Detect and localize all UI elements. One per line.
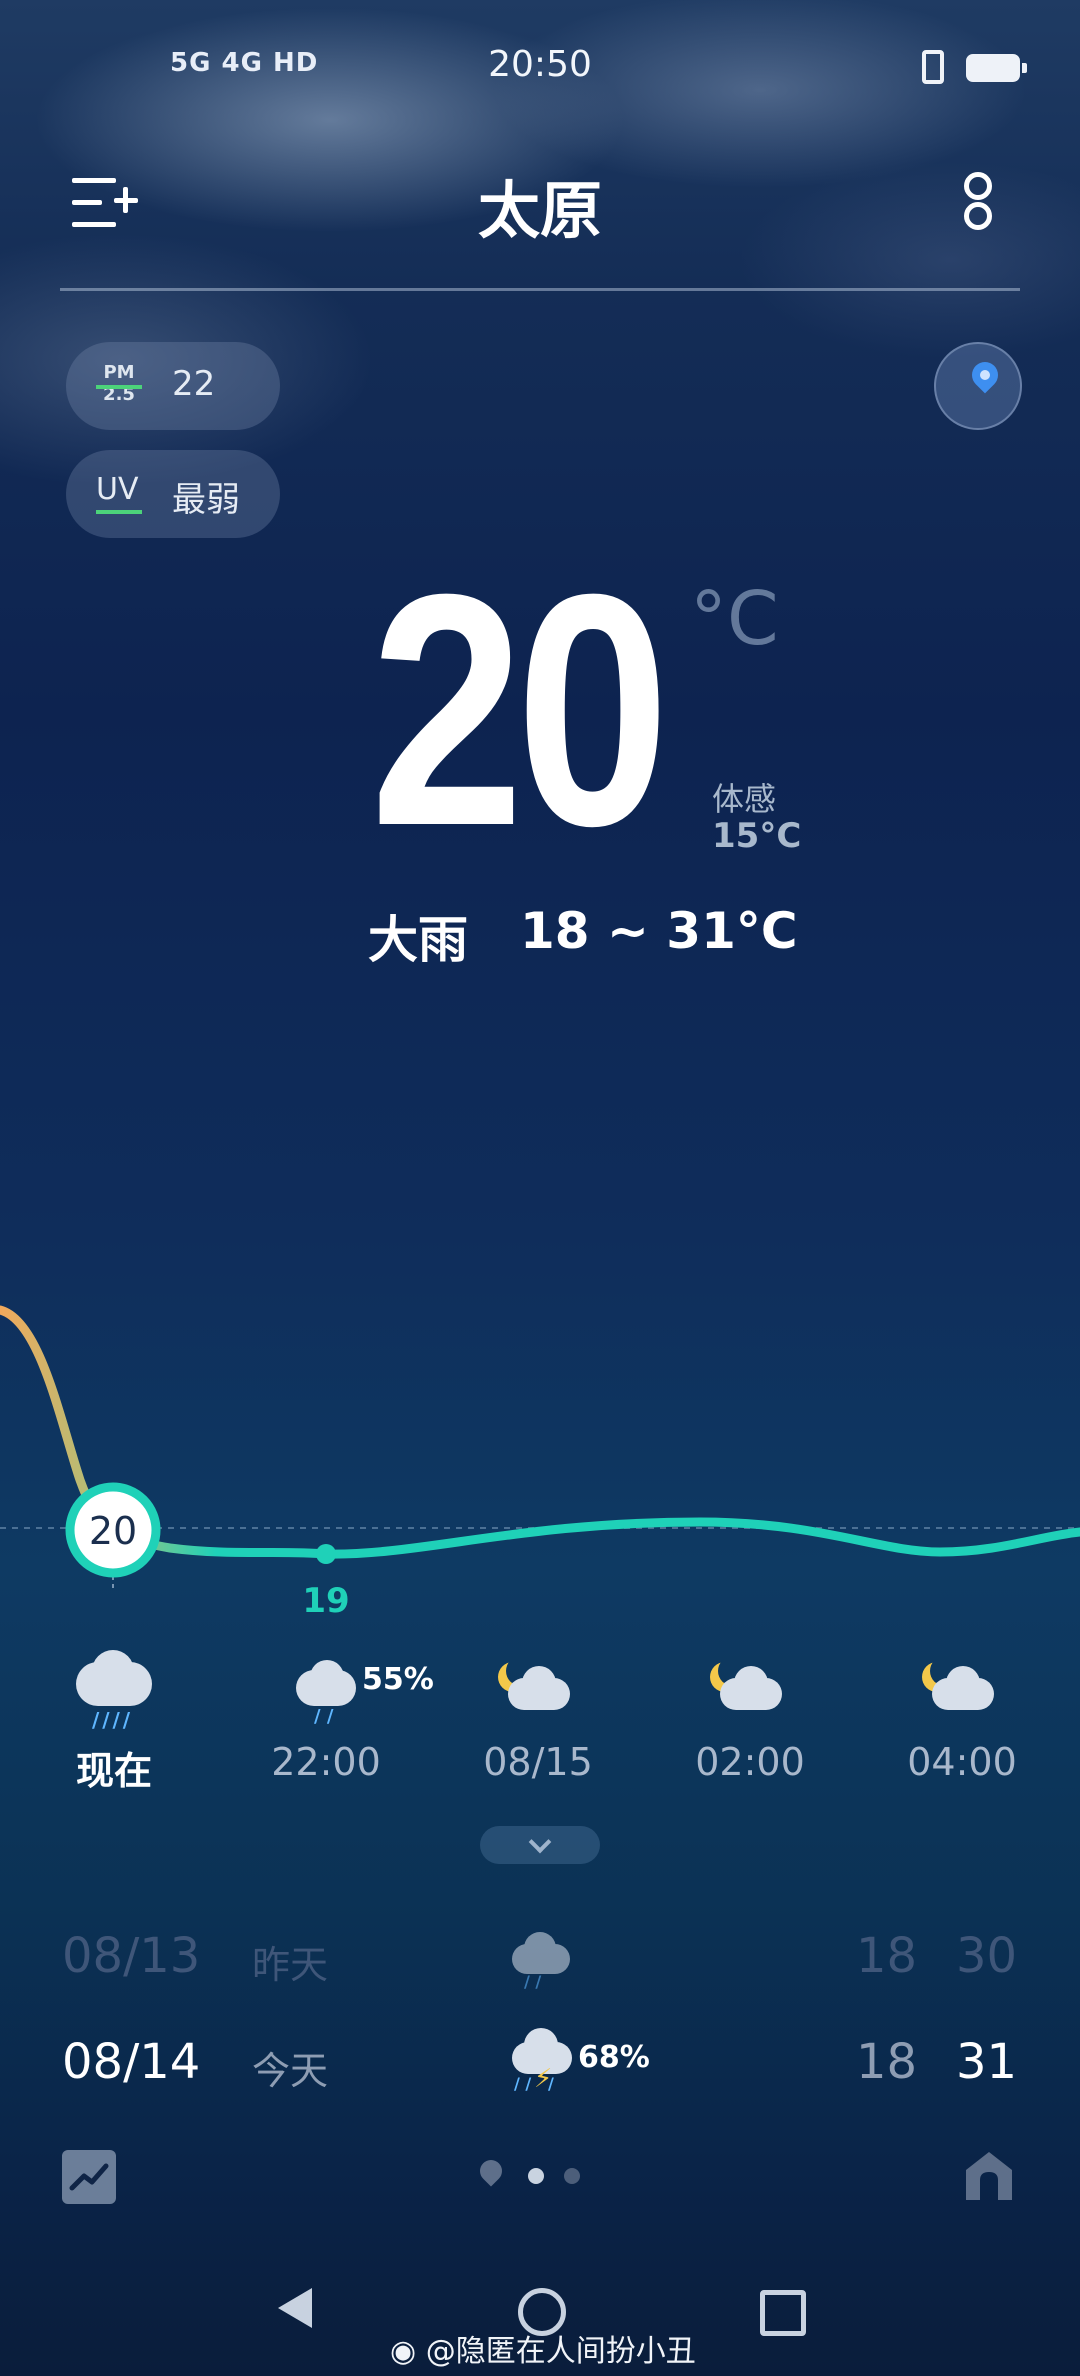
watermark: ◉ @隐匿在人间扮小丑 xyxy=(390,2334,696,2369)
nav-back-button[interactable] xyxy=(278,2288,312,2328)
daily-low: 18 xyxy=(856,2034,918,2090)
light-rain-icon: / / 55% xyxy=(254,1650,434,1730)
temperature-range: 18 ~ 31°C xyxy=(520,902,798,960)
trend-icon xyxy=(69,2163,109,2191)
trend-chart-button[interactable] xyxy=(62,2150,116,2204)
expand-forecast-button[interactable] xyxy=(480,1826,600,1864)
hourly-label-08-15: 08/15 xyxy=(483,1740,593,1784)
uv-badge[interactable]: UV 最弱 xyxy=(66,450,280,538)
point-22-00 xyxy=(316,1544,336,1564)
daily-date: 08/14 xyxy=(62,2034,201,2090)
hourly-temperature-line xyxy=(0,1305,1080,1559)
location-page-indicator-icon xyxy=(475,2155,507,2192)
rain-icon: / / xyxy=(508,1928,578,1991)
temperature-unit: °C xyxy=(690,576,779,662)
pm25-icon: PM 2.5 xyxy=(103,362,135,405)
more-options-button[interactable] xyxy=(958,172,998,232)
hourly-label-02-00: 02:00 xyxy=(695,1740,805,1784)
thunderstorm-icon: ⚡ / / / xyxy=(508,2024,578,2094)
daily-day: 今天 xyxy=(252,2049,329,2093)
nav-recents-button[interactable] xyxy=(760,2290,806,2336)
hourly-label-22-00: 22:00 xyxy=(271,1740,381,1784)
daily-low: 18 xyxy=(856,1928,918,1984)
map-button[interactable] xyxy=(934,342,1022,430)
heavy-rain-icon: / / / / xyxy=(34,1650,194,1732)
home-city-button[interactable] xyxy=(962,2148,1016,2202)
uv-icon: UV xyxy=(96,472,139,507)
daily-day: 昨天 xyxy=(252,1943,329,1987)
partly-cloudy-night-icon xyxy=(882,1650,1042,1730)
weather-condition: 大雨 xyxy=(368,911,468,969)
current-temperature: 20 xyxy=(370,525,670,894)
vibrate-icon xyxy=(922,50,944,84)
location-pin-icon xyxy=(966,356,1004,394)
page-dot-active[interactable] xyxy=(528,2168,544,2184)
daily-precip: 68% xyxy=(578,2040,650,2075)
partly-cloudy-night-icon xyxy=(670,1650,830,1730)
home-icon xyxy=(966,2152,1012,2200)
precip-22-00: 55% xyxy=(362,1662,434,1697)
uv-value: 最弱 xyxy=(172,480,240,520)
hourly-label-now: 现在 xyxy=(75,1749,152,1793)
pm25-badge[interactable]: PM 2.5 22 xyxy=(66,342,280,430)
page-dot[interactable] xyxy=(564,2168,580,2184)
hourly-label-04-00: 04:00 xyxy=(907,1740,1017,1784)
point-label-now: 20 xyxy=(89,1509,137,1553)
partly-cloudy-night-icon xyxy=(458,1650,618,1730)
status-time: 20:50 xyxy=(488,44,592,85)
city-title: 太原 xyxy=(477,174,602,247)
header-divider xyxy=(60,288,1020,291)
feels-like-label: 体感 xyxy=(712,780,777,818)
battery-icon xyxy=(966,54,1027,82)
weibo-icon: ◉ xyxy=(390,2334,417,2369)
hourly-temperature-chart: 20 19 xyxy=(0,1305,1080,1621)
point-label-22-00: 19 xyxy=(302,1581,349,1621)
daily-high: 31 xyxy=(956,2034,1018,2090)
daily-high: 30 xyxy=(956,1928,1018,1984)
feels-like-value: 15°C xyxy=(712,816,802,856)
daily-date: 08/13 xyxy=(62,1928,201,1984)
pm25-value: 22 xyxy=(172,364,216,404)
